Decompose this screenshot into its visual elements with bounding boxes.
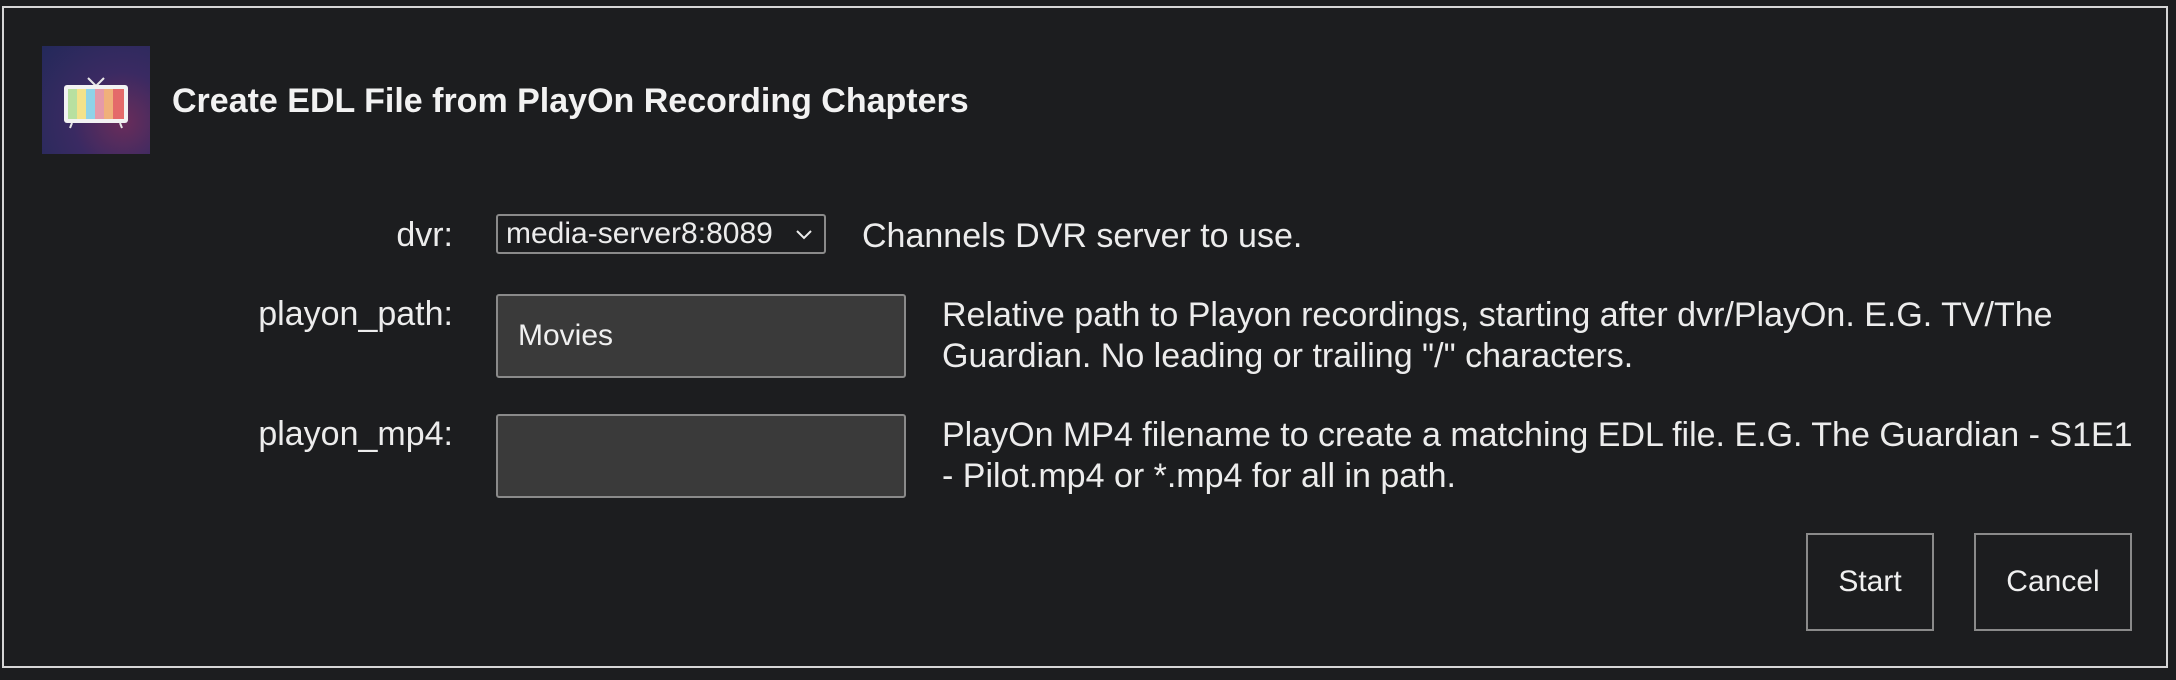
playon-path-description: Relative path to Playon recordings, star… <box>942 296 2053 375</box>
retro-tv-icon <box>42 46 150 154</box>
playon-path-label: playon_path: <box>258 295 453 333</box>
playon-mp4-label: playon_mp4: <box>258 415 453 453</box>
chevron-down-icon <box>796 230 812 240</box>
cancel-button[interactable]: Cancel <box>1974 533 2132 631</box>
dvr-label: dvr: <box>396 216 453 254</box>
dialog-title: Create EDL File from PlayOn Recording Ch… <box>172 82 969 120</box>
dvr-select-value: media-server8:8089 <box>506 217 773 250</box>
start-button[interactable]: Start <box>1806 533 1934 631</box>
playon-mp4-description: PlayOn MP4 filename to create a matching… <box>942 416 2133 495</box>
playon-mp4-input[interactable] <box>496 414 906 498</box>
edl-dialog: Create EDL File from PlayOn Recording Ch… <box>2 6 2168 668</box>
playon-path-input[interactable]: Movies <box>496 294 906 378</box>
dvr-select[interactable]: media-server8:8089 <box>496 214 826 254</box>
dvr-description: Channels DVR server to use. <box>862 217 1303 255</box>
